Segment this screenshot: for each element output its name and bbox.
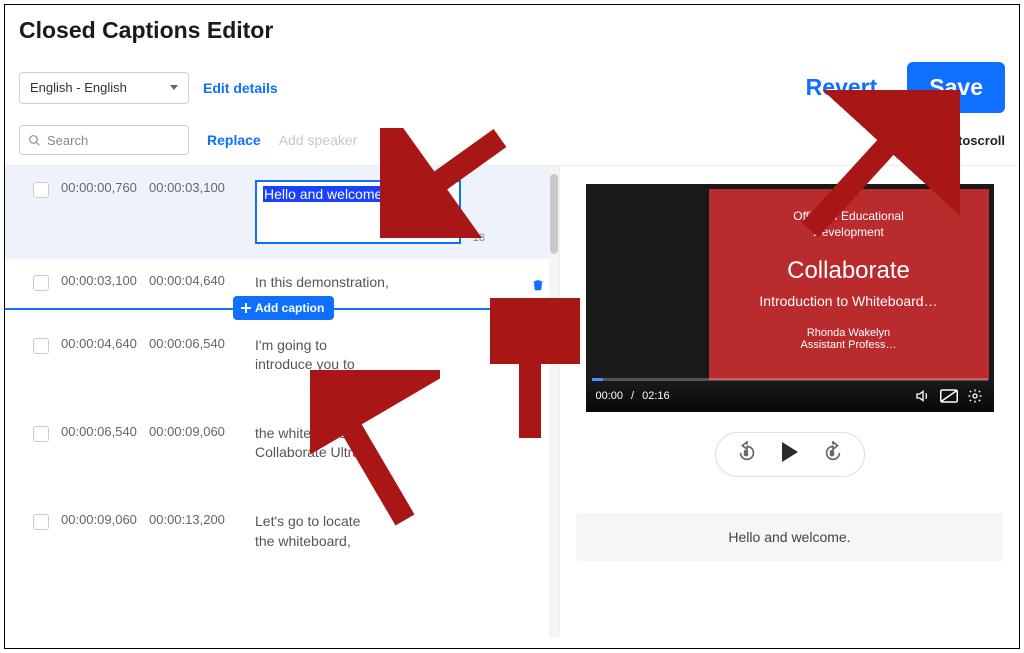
edit-details-link[interactable]: Edit details <box>203 80 278 96</box>
caption-row[interactable]: 00:00:04,640 00:00:06,540 I'm going to i… <box>5 310 559 390</box>
checkbox[interactable] <box>33 514 49 530</box>
checkbox[interactable] <box>33 182 49 198</box>
play-icon <box>780 441 800 463</box>
end-time: 00:00:06,540 <box>149 336 237 351</box>
captions-icon[interactable] <box>940 387 958 405</box>
toggle-on-icon <box>907 132 935 148</box>
start-time: 00:00:09,060 <box>61 512 149 527</box>
topbar: English - English Edit details Revert Sa… <box>5 62 1019 125</box>
progress-bar[interactable] <box>592 378 988 381</box>
language-value: English - English <box>30 80 127 95</box>
autoscroll-label: Autoscroll <box>941 133 1005 148</box>
add-speaker-link[interactable]: Add speaker <box>279 132 358 148</box>
volume-icon[interactable] <box>914 387 932 405</box>
settings-icon[interactable] <box>966 387 984 405</box>
svg-text:5: 5 <box>744 451 748 458</box>
checkbox[interactable] <box>33 338 49 354</box>
scrollbar[interactable] <box>549 166 559 637</box>
caption-text: Let's go to locatethe whiteboard, <box>255 512 405 551</box>
checkbox[interactable] <box>33 426 49 442</box>
video-preview[interactable]: Office of Educational Development Collab… <box>586 184 994 412</box>
play-button[interactable] <box>780 441 800 468</box>
caption-row[interactable]: 00:00:06,540 00:00:09,060 the whiteboard… <box>5 390 559 478</box>
caption-preview: Hello and welcome. <box>576 513 1003 561</box>
search-icon <box>28 134 41 147</box>
end-time: 00:00:09,060 <box>149 424 237 439</box>
save-button[interactable]: Save <box>907 62 1005 113</box>
slide-subtitle: Introduction to Whiteboard… <box>759 293 937 309</box>
start-time: 00:00:06,540 <box>61 424 149 439</box>
presenter-title: Assistant Profess… <box>801 339 897 351</box>
end-time: 00:00:03,100 <box>149 180 237 195</box>
caption-toolbar: Search Replace Add speaker Autoscroll <box>5 125 1019 165</box>
autoscroll-toggle[interactable]: Autoscroll <box>907 132 1005 148</box>
search-placeholder: Search <box>47 133 88 148</box>
skip-forward-button[interactable]: 5 <box>822 441 844 468</box>
duration: 02:16 <box>642 390 670 402</box>
caption-list: 00:00:00,760 00:00:03,100 Hello and welc… <box>5 166 560 637</box>
slide-title: Collaborate <box>787 257 910 285</box>
caption-text: the whiteboardCollaborate Ultra <box>255 424 385 463</box>
end-time: 00:00:04,640 <box>149 273 237 288</box>
scrollbar-thumb[interactable] <box>550 174 558 254</box>
revert-button[interactable]: Revert <box>806 74 878 101</box>
skip-forward-icon: 5 <box>822 441 844 463</box>
current-time: 00:00 <box>596 390 624 402</box>
presenter-name: Rhonda Wakelyn <box>807 327 890 339</box>
start-time: 00:00:03,100 <box>61 273 149 288</box>
slide-line2: Development <box>813 225 884 239</box>
caption-row[interactable]: 00:00:09,060 00:00:13,200 Let's go to lo… <box>5 478 559 566</box>
video-controls: 00:00 / 02:16 <box>586 380 994 412</box>
end-time: 00:00:13,200 <box>149 512 237 527</box>
caption-text-input[interactable]: Hello and welcome. <box>255 180 461 244</box>
svg-text:5: 5 <box>830 451 834 458</box>
caption-text: I'm going to introduce you to <box>255 336 385 375</box>
playback-controls: 5 5 <box>715 432 865 477</box>
chevron-down-icon <box>170 85 178 90</box>
slide-line1: Office of Educational <box>793 209 904 223</box>
language-select[interactable]: English - English <box>19 72 189 104</box>
start-time: 00:00:04,640 <box>61 336 149 351</box>
caption-text: In this demonstration, <box>255 273 445 293</box>
start-time: 00:00:00,760 <box>61 180 149 195</box>
caption-row[interactable]: 00:00:00,760 00:00:03,100 Hello and welc… <box>5 166 559 259</box>
search-input[interactable]: Search <box>19 125 189 155</box>
skip-back-button[interactable]: 5 <box>736 441 758 468</box>
delete-caption-button[interactable] <box>531 277 545 298</box>
trash-icon <box>531 277 545 293</box>
checkbox[interactable] <box>33 275 49 291</box>
page-title: Closed Captions Editor <box>5 5 1019 62</box>
char-count: 18 <box>473 232 485 244</box>
replace-link[interactable]: Replace <box>207 132 261 148</box>
preview-pane: Office of Educational Development Collab… <box>560 166 1019 637</box>
skip-back-icon: 5 <box>736 441 758 463</box>
